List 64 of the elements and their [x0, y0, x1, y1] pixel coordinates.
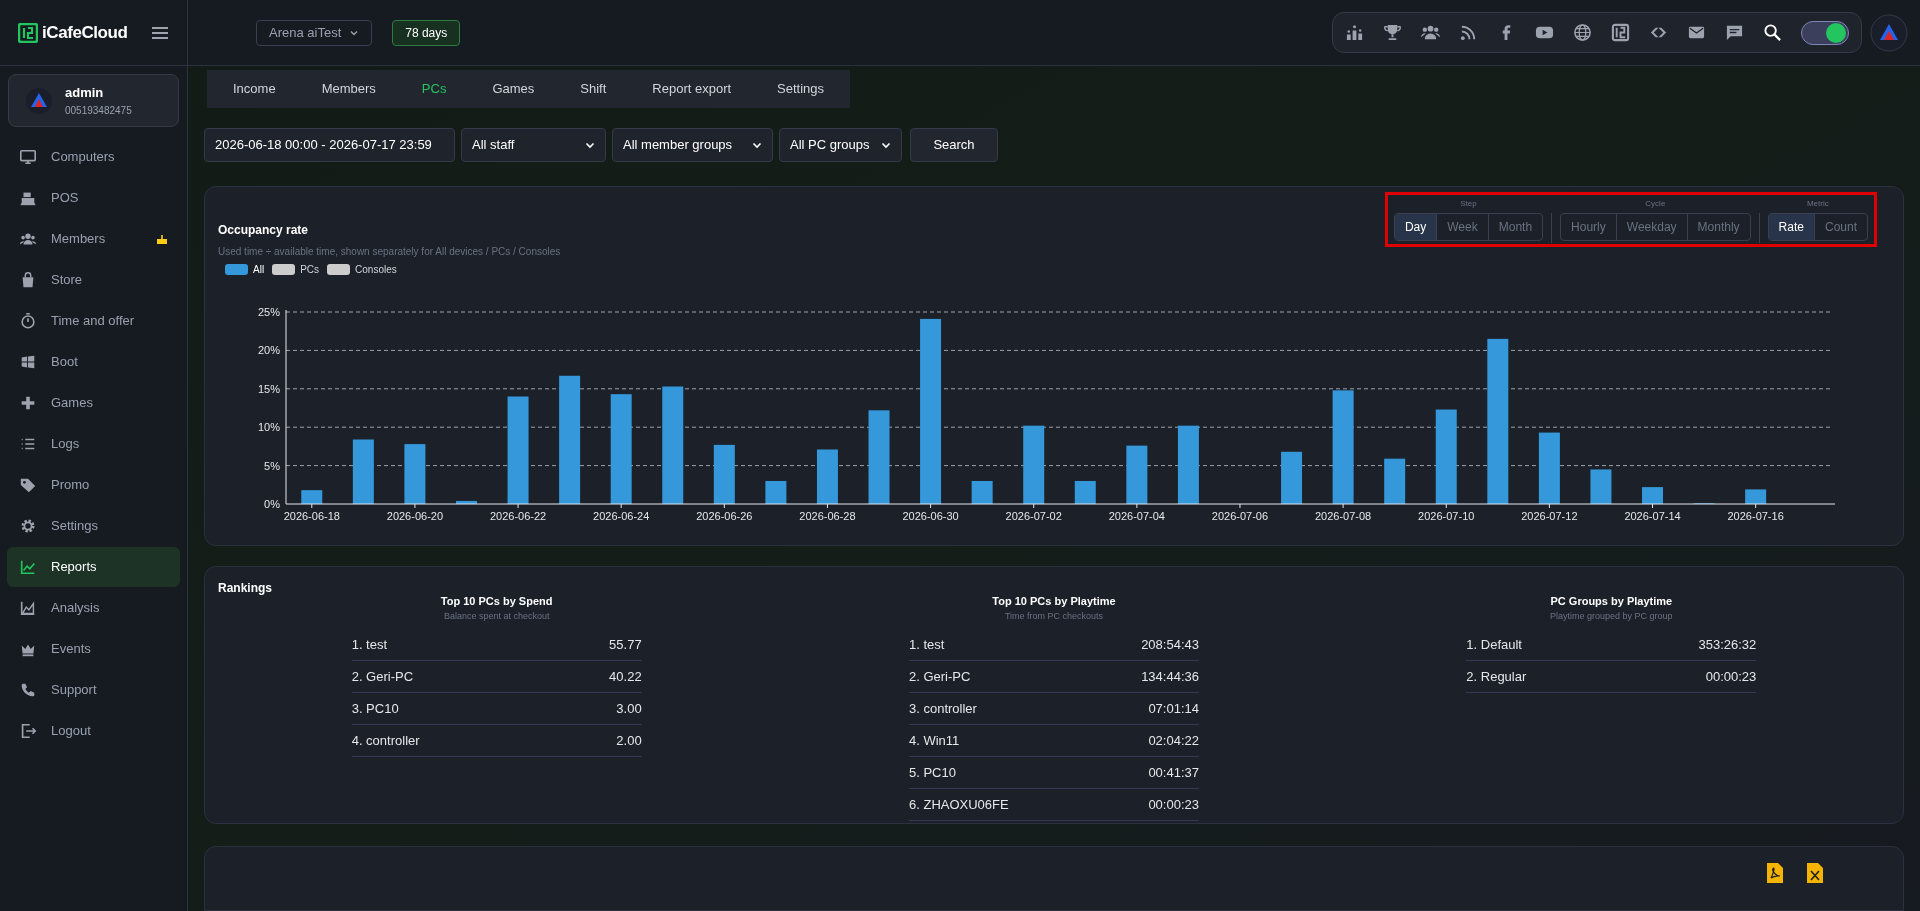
- user-id: 005193482475: [65, 103, 132, 118]
- rank-value: 00:41:37: [1148, 763, 1199, 782]
- y-tick-label: 15%: [257, 382, 280, 395]
- rank-name: 6. ZHAOXU06FE: [909, 795, 1009, 814]
- chart-title: Occupancy rate: [218, 222, 310, 239]
- rank-name: 1. test: [351, 635, 388, 654]
- y-tick-label: 20%: [257, 344, 280, 357]
- rank-name: 2. Regular: [1466, 667, 1527, 686]
- rank-name: 3. PC10: [351, 699, 399, 718]
- legend-label: All: [253, 263, 265, 277]
- y-tick-label: 25%: [257, 306, 280, 318]
- rank-value: 2.00: [616, 731, 642, 750]
- y-tick-label: 5%: [264, 459, 280, 472]
- rank-name: 5. PC10: [909, 763, 956, 782]
- group-label: Metric: [1806, 198, 1829, 210]
- section-title: Rankings: [218, 580, 273, 597]
- group-label: Step: [1460, 198, 1477, 210]
- x-tick-label: 2026-07-16: [1727, 510, 1784, 522]
- x-tick-label: 2026-06-18: [283, 510, 340, 522]
- rank-value: 3.00: [616, 699, 642, 718]
- legend-label: Consoles: [355, 263, 397, 277]
- rank-name: 1. test: [909, 635, 945, 654]
- y-tick-label: 10%: [257, 421, 280, 434]
- license-badge: 78 days: [392, 19, 461, 46]
- rank-value: 40.22: [609, 667, 642, 686]
- list-subtitle: Time from PC checkouts: [1004, 609, 1104, 623]
- app-name: iCafeCloud: [42, 21, 128, 44]
- chart-subtitle: Used time ÷ available time, shown separately for All devices / PCs / Consoles: [218, 245, 561, 259]
- x-tick-label: 2026-07-08: [1315, 510, 1372, 522]
- x-tick-label: 2026-07-02: [1005, 510, 1062, 522]
- rank-value: 07:01:14: [1148, 699, 1199, 718]
- list-title: PC Groups by Playtime: [1550, 594, 1673, 609]
- list-title: Top 10 PCs by Spend: [440, 594, 553, 609]
- user-name: admin: [65, 84, 105, 103]
- rank-value: 00:00:23: [1148, 795, 1199, 814]
- rank-value: 00:00:23: [1705, 667, 1757, 686]
- group-label: Cycle: [1645, 198, 1666, 210]
- x-tick-label: 2026-07-10: [1418, 510, 1475, 522]
- x-tick-label: 2026-07-12: [1521, 510, 1578, 522]
- list-title: Top 10 PCs by Playtime: [992, 594, 1116, 609]
- rank-name: 4. controller: [351, 731, 420, 750]
- rank-value: 208:54:43: [1141, 635, 1199, 654]
- list-subtitle: Playtime grouped by PC group: [1550, 609, 1673, 623]
- rank-value: 55.77: [609, 635, 642, 654]
- list-subtitle: Balance spent at checkout: [443, 609, 550, 623]
- x-tick-label: 2026-06-22: [489, 510, 547, 522]
- x-tick-label: 2026-06-24: [593, 510, 650, 522]
- rank-name: 2. Geri-PC: [909, 667, 971, 686]
- rank-name: 4. Win11: [909, 731, 960, 750]
- rank-value: 134:44:36: [1141, 667, 1199, 686]
- rank-value: 02:04:22: [1148, 731, 1199, 750]
- x-tick-label: 2026-07-14: [1624, 510, 1681, 522]
- x-tick-label: 2026-06-20: [386, 510, 444, 522]
- x-tick-label: 2026-06-30: [902, 510, 959, 522]
- x-tick-label: 2026-07-04: [1108, 510, 1165, 522]
- x-tick-label: 2026-07-06: [1211, 510, 1269, 522]
- x-tick-label: 2026-06-28: [799, 510, 856, 522]
- legend-label: PCs: [300, 263, 320, 277]
- x-tick-label: 2026-06-26: [696, 510, 753, 522]
- rank-name: 3. controller: [909, 699, 977, 718]
- rank-value: 353:26:32: [1698, 635, 1757, 654]
- y-tick-label: 0%: [264, 498, 280, 510]
- rank-name: 1. Default: [1466, 635, 1522, 654]
- rank-name: 2. Geri-PC: [351, 667, 414, 686]
